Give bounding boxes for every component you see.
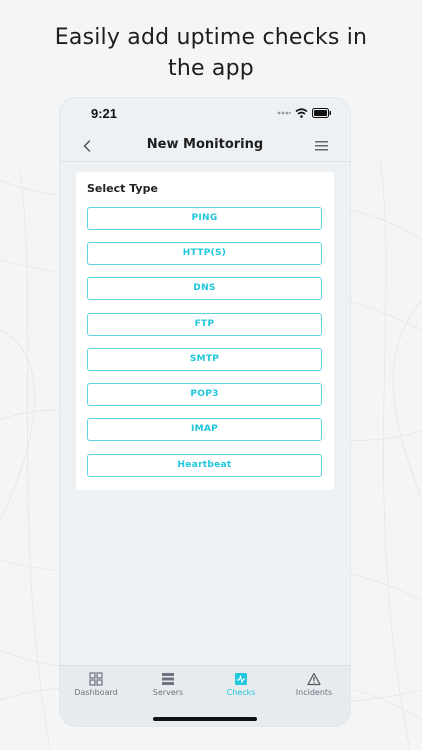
type-button-imap[interactable]: IMAP: [87, 418, 322, 441]
checks-pulse-icon: [235, 673, 247, 685]
type-button-https[interactable]: HTTP(S): [87, 242, 322, 265]
phone-frame: 9:21 New Monitoring Select Type PING HTT…: [60, 98, 350, 726]
warning-triangle-icon: [307, 672, 321, 686]
menu-button[interactable]: [314, 138, 330, 154]
tab-label-servers: Servers: [152, 688, 184, 697]
tab-dashboard[interactable]: Dashboard: [60, 672, 132, 697]
tab-label-checks: Checks: [226, 688, 256, 697]
type-button-ftp[interactable]: FTP: [87, 313, 322, 336]
status-time: 9:21: [91, 106, 118, 121]
type-button-smtp[interactable]: SMTP: [87, 348, 322, 371]
tab-checks[interactable]: Checks: [205, 672, 277, 697]
tab-servers[interactable]: Servers: [132, 672, 204, 697]
tab-label-incidents: Incidents: [295, 688, 333, 697]
type-button-pop3[interactable]: POP3: [87, 383, 322, 406]
type-button-ping[interactable]: PING: [87, 207, 322, 230]
tab-incidents[interactable]: Incidents: [278, 672, 350, 697]
dashboard-grid-icon: [89, 672, 103, 686]
servers-stack-icon: [162, 673, 174, 685]
wifi-icon: [295, 108, 308, 118]
headline-line-1: Easily add uptime checks in: [54, 25, 368, 50]
type-button-dns[interactable]: DNS: [87, 277, 322, 300]
status-bar: 9:21: [60, 98, 350, 128]
battery-icon: [312, 108, 331, 118]
page-title: New Monitoring: [146, 137, 264, 152]
headline-line-2: the app: [168, 56, 254, 81]
hamburger-menu-icon: [315, 141, 328, 151]
status-icons: [277, 108, 332, 118]
tab-label-dashboard: Dashboard: [74, 688, 118, 697]
navigation-bar: New Monitoring: [60, 131, 350, 162]
home-indicator[interactable]: [153, 717, 257, 721]
marketing-headline: Easily add uptime checks in the app: [0, 22, 422, 84]
cellular-dots-icon: [277, 111, 291, 115]
card-title: Select Type: [87, 182, 158, 195]
select-type-card: Select Type PING HTTP(S) DNS FTP SMTP PO…: [76, 172, 334, 490]
type-button-heartbeat[interactable]: Heartbeat: [87, 454, 322, 477]
